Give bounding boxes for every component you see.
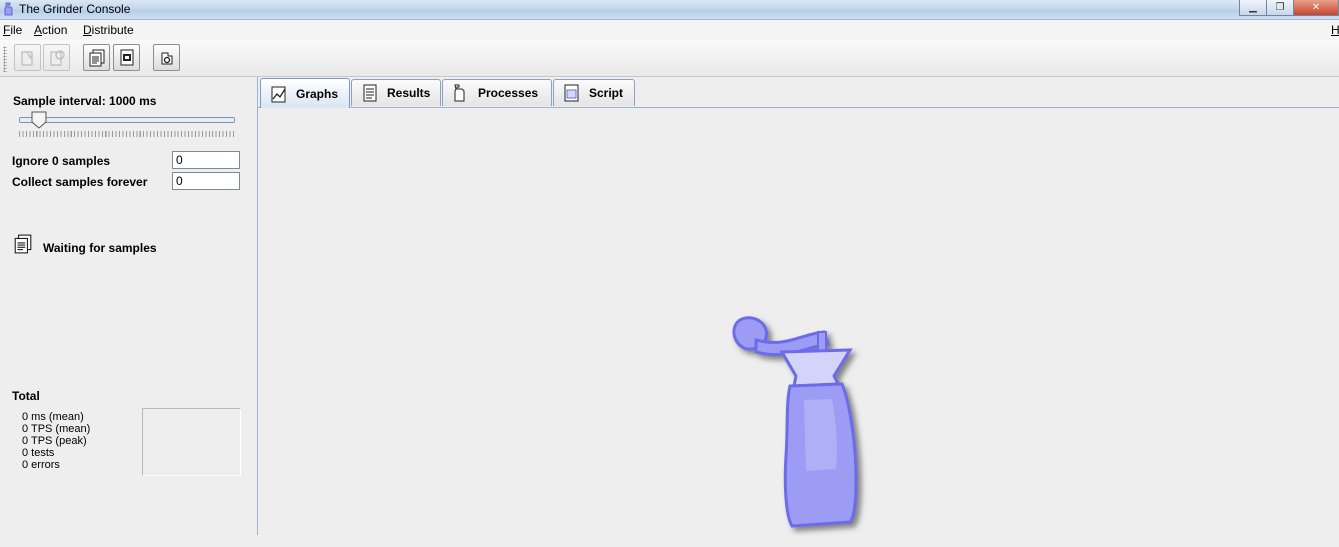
capture-status-icon [14, 234, 32, 254]
tab-script-label: Script [589, 86, 624, 100]
graphs-content [258, 108, 1339, 535]
reset-stats-button[interactable] [153, 44, 180, 71]
close-icon[interactable]: ✕ [1293, 0, 1339, 16]
tab-graphs-label: Graphs [296, 86, 339, 101]
stat-tests: 0 tests [22, 447, 55, 459]
total-graph-box [142, 408, 241, 476]
tab-results-label: Results [387, 86, 431, 100]
slider-ticks [19, 131, 235, 137]
toolbar [0, 40, 1339, 77]
results-icon [363, 84, 377, 102]
title-bar[interactable]: The Grinder Console ▁ ❐ ✕ [0, 0, 1339, 20]
window-title: The Grinder Console [19, 2, 131, 16]
tab-script[interactable]: Script [553, 79, 635, 106]
menu-help[interactable]: H [1331, 23, 1339, 37]
ignore-samples-label: Ignore 0 samples [12, 154, 111, 168]
tab-processes[interactable]: Processes [442, 79, 552, 106]
ignore-samples-field[interactable] [172, 151, 240, 169]
restore-icon[interactable]: ❐ [1266, 0, 1294, 16]
status-text: Waiting for samples [43, 241, 157, 255]
stat-tps-peak: 0 TPS (peak) [22, 435, 87, 447]
grinder-app-icon [4, 2, 13, 16]
tab-strip: Graphs Results Processes Script [258, 77, 1339, 108]
tab-results[interactable]: Results [351, 79, 441, 106]
slider-thumb-icon[interactable] [31, 111, 47, 129]
sample-interval-label: Sample interval: 1000 ms [13, 94, 157, 108]
processes-icon [454, 84, 465, 102]
tab-graphs[interactable]: Graphs [260, 78, 350, 108]
graph-icon [271, 86, 286, 102]
reset-stats-icon [161, 52, 172, 64]
left-panel: Sample interval: 1000 ms Ignore 0 sample… [0, 77, 258, 535]
stop-capture-button[interactable] [113, 44, 140, 71]
menu-bar: File Action Distribute H [0, 20, 1339, 40]
collect-samples-field[interactable] [172, 172, 240, 190]
total-label: Total [12, 389, 40, 403]
minimize-icon[interactable]: ▁ [1239, 0, 1267, 16]
main-panel: Graphs Results Processes Script [258, 77, 1339, 535]
start-processes-button[interactable] [14, 44, 41, 71]
start-processes-icon [21, 49, 33, 65]
menu-action[interactable]: Action [34, 23, 67, 37]
stat-mean-time: 0 ms (mean) [22, 411, 84, 423]
tab-processes-label: Processes [478, 86, 539, 100]
reset-processes-icon [50, 49, 65, 65]
sample-interval-track[interactable] [19, 117, 235, 123]
script-icon [564, 84, 579, 102]
menu-file[interactable]: File [3, 23, 22, 37]
toolbar-grip[interactable] [3, 46, 7, 72]
grinder-logo-icon [732, 316, 858, 528]
collect-samples-label: Collect samples forever [12, 175, 148, 189]
stat-errors: 0 errors [22, 459, 60, 471]
stop-capture-icon [120, 49, 133, 65]
menu-distribute[interactable]: Distribute [83, 23, 134, 37]
stat-tps-mean: 0 TPS (mean) [22, 423, 91, 435]
start-capture-icon [89, 49, 104, 66]
reset-processes-button[interactable] [43, 44, 70, 71]
start-capture-button[interactable] [83, 44, 110, 71]
